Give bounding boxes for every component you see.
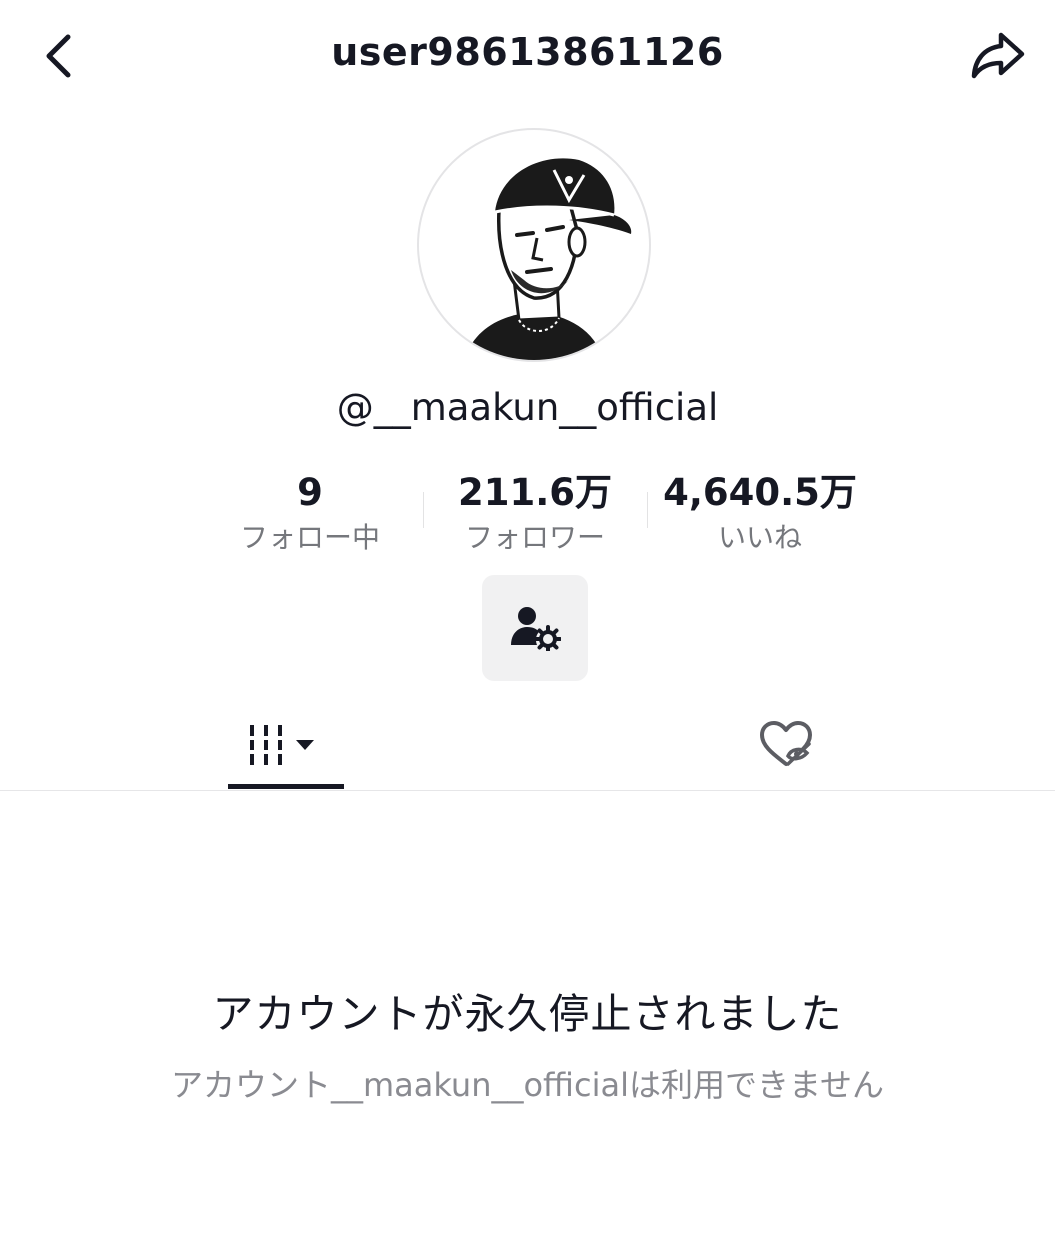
content-tabs bbox=[0, 700, 1055, 791]
stat-likes-label: いいね bbox=[717, 521, 802, 554]
stat-following-value: 9 bbox=[297, 471, 323, 514]
header-bar: user98613861126 bbox=[0, 0, 1055, 110]
stat-followers-label: フォロワー bbox=[464, 521, 605, 554]
stat-followers[interactable]: 211.6万 フォロワー bbox=[435, 470, 635, 558]
stat-likes[interactable]: 4,640.5万 いいね bbox=[650, 470, 870, 558]
stat-divider bbox=[423, 492, 424, 528]
share-button[interactable] bbox=[966, 26, 1030, 86]
tab-videos[interactable] bbox=[228, 700, 344, 790]
friend-settings-button[interactable] bbox=[482, 575, 588, 681]
person-gear-icon bbox=[511, 607, 561, 651]
banned-subtitle: アカウント__maakun__officialは利用できません bbox=[170, 1066, 885, 1104]
profile-handle: @__maakun__official bbox=[336, 386, 719, 429]
stat-following-label: フォロー中 bbox=[239, 521, 380, 554]
grid-bars-dropdown-icon bbox=[250, 725, 314, 765]
stat-followers-value: 211.6万 bbox=[457, 471, 613, 514]
active-tab-indicator bbox=[228, 784, 344, 789]
stat-divider bbox=[647, 492, 648, 528]
banned-title: アカウントが永久停止されました bbox=[212, 990, 843, 1038]
hidden-heart-icon bbox=[760, 721, 812, 766]
tab-liked[interactable] bbox=[728, 700, 844, 790]
page-title: user98613861126 bbox=[331, 30, 724, 74]
avatar[interactable] bbox=[417, 128, 651, 362]
stat-likes-value: 4,640.5万 bbox=[663, 471, 857, 514]
share-arrow-icon bbox=[971, 32, 1025, 79]
stat-following[interactable]: 9 フォロー中 bbox=[210, 470, 410, 558]
illustrated-portrait-avatar bbox=[464, 158, 632, 360]
